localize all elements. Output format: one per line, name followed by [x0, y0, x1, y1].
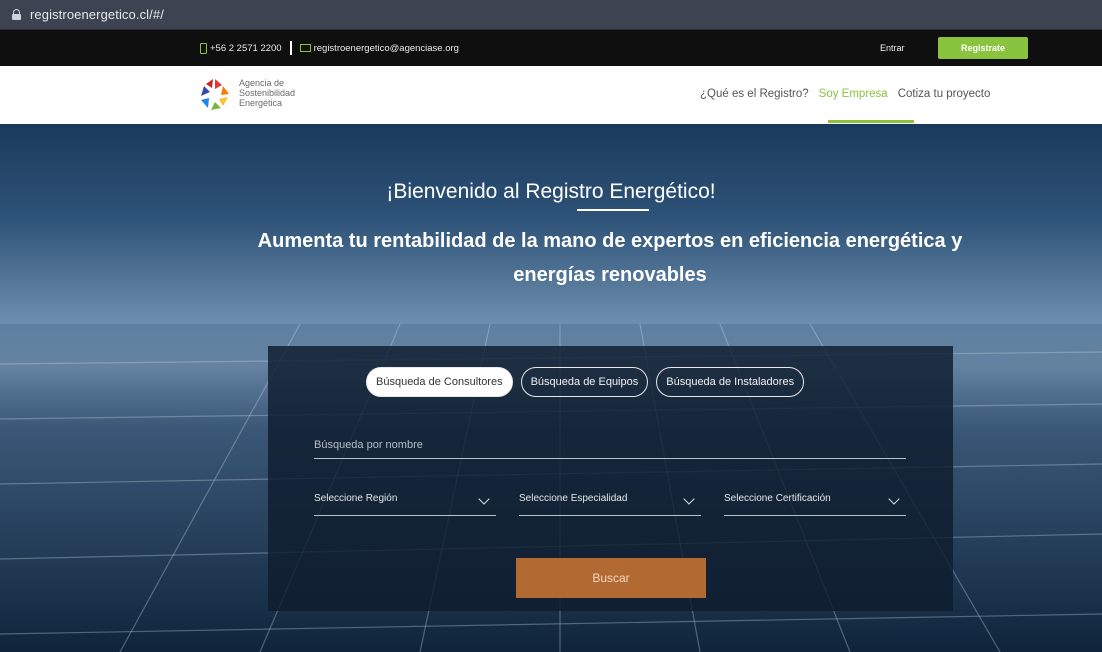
- login-link[interactable]: Entrar: [880, 43, 905, 53]
- top-contact-bar: +56 2 2571 2200 registroenergetico@agenc…: [0, 30, 1102, 66]
- specialty-select-label: Seleccione Especialidad: [519, 493, 628, 504]
- tab-equipos[interactable]: Búsqueda de Equipos: [520, 367, 649, 397]
- active-nav-indicator: [828, 120, 914, 123]
- nav-links: ¿Qué es el Registro? Soy Empresa Cotiza …: [700, 88, 1000, 100]
- name-search-input[interactable]: [314, 431, 906, 459]
- lock-icon: [12, 9, 21, 20]
- agency-logo-icon[interactable]: [195, 75, 235, 115]
- nav-link-cotiza-tu-proyecto[interactable]: Cotiza tu proyecto: [898, 88, 991, 100]
- logo-line: Agencia de: [239, 78, 285, 88]
- hero-section: ¡Bienvenido al Registro Energético! Aume…: [0, 124, 1102, 652]
- phone-icon: [200, 42, 207, 54]
- logo-line: Sostenibilidad: [239, 88, 296, 98]
- certification-select-label: Seleccione Certificación: [724, 493, 831, 504]
- search-tabs: Búsqueda de Consultores Búsqueda de Equi…: [366, 367, 812, 397]
- tab-instaladores[interactable]: Búsqueda de Instaladores: [656, 367, 805, 397]
- hero-title: ¡Bienvenido al Registro Energético!: [386, 180, 716, 203]
- contact-email[interactable]: registroenergetico@agenciase.org: [314, 43, 459, 54]
- search-button[interactable]: Buscar: [516, 558, 706, 598]
- main-navbar: Agencia de Sostenibilidad Energética ¿Qu…: [0, 66, 1102, 124]
- chevron-down-icon: [888, 493, 900, 505]
- phone-number: +56 2 2571 2200: [210, 42, 282, 54]
- contact-info: +56 2 2571 2200 registroenergetico@agenc…: [200, 41, 459, 55]
- tab-consultores[interactable]: Búsqueda de Consultores: [366, 367, 513, 397]
- mail-icon: [299, 44, 311, 52]
- url-bar-background: [0, 0, 1102, 30]
- hero-subtitle: Aumenta tu rentabilidad de la mano de ex…: [257, 230, 963, 286]
- contact-separator: [289, 41, 292, 55]
- agency-logo-text: Agencia de Sostenibilidad Energética: [239, 78, 295, 108]
- search-panel: Búsqueda de Consultores Búsqueda de Equi…: [268, 346, 953, 611]
- title-underline: [577, 209, 649, 211]
- chevron-down-icon: [683, 493, 695, 505]
- url-text[interactable]: registroenergetico.cl/#/: [30, 7, 164, 22]
- certification-select[interactable]: Seleccione Certificación: [724, 491, 906, 516]
- nav-link-que-es-el-registro[interactable]: ¿Qué es el Registro?: [700, 88, 809, 100]
- browser-url-bar: registroenergetico.cl/#/: [0, 0, 1102, 30]
- chevron-down-icon: [478, 493, 490, 505]
- specialty-select[interactable]: Seleccione Especialidad: [519, 491, 701, 516]
- region-select-label: Seleccione Región: [314, 493, 398, 504]
- filter-selects: Seleccione Región Seleccione Especialida…: [314, 491, 906, 516]
- logo-line: Energética: [239, 98, 283, 108]
- region-select[interactable]: Seleccione Región: [314, 491, 496, 516]
- register-button[interactable]: Registrate: [938, 37, 1028, 59]
- nav-link-soy-empresa[interactable]: Soy Empresa: [819, 88, 888, 100]
